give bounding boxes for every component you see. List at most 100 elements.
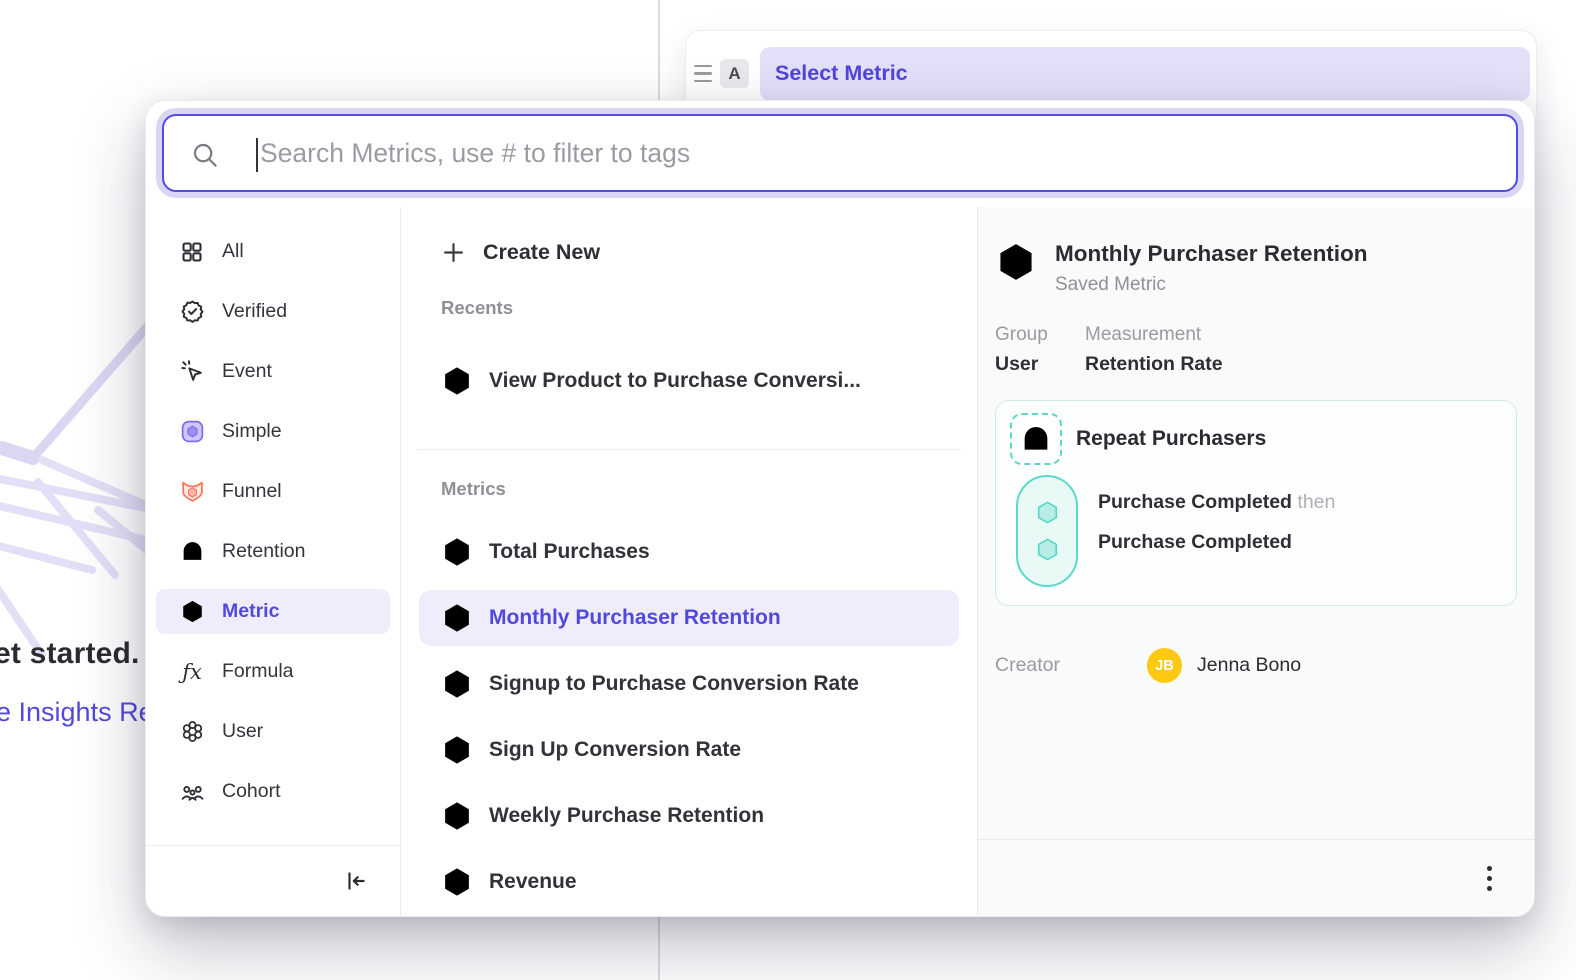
sidebar-item-label: Event <box>222 360 272 383</box>
plus-icon <box>441 240 466 265</box>
retention-metric-icon <box>441 602 473 634</box>
saved-metric-icon <box>995 241 1037 296</box>
step-1-event: Purchase Completed <box>1098 491 1292 513</box>
metric-item-label: Signup to Purchase Conversion Rate <box>489 672 859 696</box>
event-cursor-icon <box>179 359 205 385</box>
creator-label: Creator <box>995 654 1147 677</box>
cohort-definition-card: Repeat Purchasers Purchase Completed the… <box>995 400 1517 606</box>
cohort-definition-icon <box>1010 413 1062 465</box>
recent-metric-item[interactable]: View Product to Purchase Conversi... <box>419 353 959 409</box>
metric-picker-modal: All Verified Event <box>145 100 1535 917</box>
recents-section-label: Recents <box>401 297 977 319</box>
metrics-section-label: Metrics <box>401 478 977 500</box>
sidebar-item-all[interactable]: All <box>156 229 390 274</box>
metric-item-revenue[interactable]: Revenue <box>419 854 959 910</box>
section-divider <box>417 449 961 450</box>
detail-header: Monthly Purchaser Retention Saved Metric <box>995 241 1517 296</box>
creator-row: Creator JB Jenna Bono <box>995 648 1517 683</box>
funnel-metric-icon <box>441 734 473 766</box>
create-new-button[interactable]: Create New <box>401 229 977 275</box>
group-label: Group <box>995 324 1085 346</box>
sidebar-item-label: All <box>222 240 244 263</box>
metric-item-sign-up-conversion[interactable]: Sign Up Conversion Rate <box>419 722 959 778</box>
select-metric-button[interactable]: Select Metric <box>760 47 1530 101</box>
sidebar-item-formula[interactable]: ƒx Formula <box>156 649 390 694</box>
sidebar-item-funnel[interactable]: Funnel <box>156 469 390 514</box>
metric-hexagon-icon <box>179 599 205 625</box>
text-caret <box>256 138 258 172</box>
event-hexagon-icon <box>1034 499 1061 526</box>
step-2-event: Purchase Completed <box>1098 531 1292 553</box>
cohort-people-icon <box>179 779 205 805</box>
background-partial-heading: et started. <box>0 637 140 671</box>
funnel-icon <box>179 479 205 505</box>
creator-avatar: JB <box>1147 648 1182 683</box>
metric-detail-panel: Monthly Purchaser Retention Saved Metric… <box>978 207 1534 916</box>
metric-item-weekly-purchase-retention[interactable]: Weekly Purchase Retention <box>419 788 959 844</box>
sidebar-item-event[interactable]: Event <box>156 349 390 394</box>
search-area <box>146 101 1534 207</box>
sidebar-item-label: Retention <box>222 540 305 563</box>
group-value: User <box>995 353 1085 376</box>
metric-item-label: Monthly Purchaser Retention <box>489 606 781 630</box>
filter-sidebar: All Verified Event <box>146 207 401 916</box>
detail-subtitle: Saved Metric <box>1055 274 1368 296</box>
background-insights-report-link[interactable]: e Insights Re <box>0 697 154 728</box>
detail-meta: Group User Measurement Retention Rate <box>995 324 1517 376</box>
select-metric-label: Select Metric <box>775 61 908 86</box>
collapse-left-icon <box>343 868 369 894</box>
sidebar-item-metric[interactable]: Metric <box>156 589 390 634</box>
sidebar-item-label: Cohort <box>222 780 281 803</box>
detail-title: Monthly Purchaser Retention <box>1055 241 1368 267</box>
sidebar-item-label: Metric <box>222 600 279 623</box>
metric-item-label: View Product to Purchase Conversi... <box>489 369 861 393</box>
cohort-title: Repeat Purchasers <box>1076 427 1266 451</box>
measurement-value: Retention Rate <box>1085 353 1223 376</box>
detail-footer <box>978 839 1534 916</box>
grid-icon <box>179 239 205 265</box>
metric-item-label: Total Purchases <box>489 540 650 564</box>
funnel-metric-icon <box>441 668 473 700</box>
search-icon <box>190 140 220 170</box>
simple-metric-icon <box>179 419 205 445</box>
sidebar-item-label: Funnel <box>222 480 282 503</box>
retention-metric-icon <box>441 800 473 832</box>
creator-name: Jenna Bono <box>1197 654 1301 677</box>
kebab-menu-icon <box>1487 866 1492 891</box>
search-input[interactable] <box>164 116 1516 190</box>
retention-icon <box>179 539 205 565</box>
metric-item-label: Weekly Purchase Retention <box>489 804 764 828</box>
metric-hexagon-icon <box>441 536 473 568</box>
event-sequence-pill <box>1016 475 1078 587</box>
event-hexagon-icon <box>1034 536 1061 563</box>
sidebar-item-label: Formula <box>222 660 294 683</box>
create-new-label: Create New <box>483 240 600 265</box>
verified-badge-icon <box>179 299 205 325</box>
sidebar-item-retention[interactable]: Retention <box>156 529 390 574</box>
search-box <box>162 114 1518 192</box>
sidebar-item-label: User <box>222 720 263 743</box>
funnel-metric-icon <box>441 365 473 397</box>
metric-item-label: Revenue <box>489 870 577 894</box>
step-connector: then <box>1297 491 1335 513</box>
sidebar-footer <box>146 845 400 916</box>
measurement-label: Measurement <box>1085 324 1223 346</box>
more-options-button[interactable] <box>1483 862 1496 895</box>
user-cluster-icon <box>179 719 205 745</box>
metric-hexagon-icon <box>441 866 473 898</box>
collapse-sidebar-button[interactable] <box>339 864 373 898</box>
metric-item-total-purchases[interactable]: Total Purchases <box>419 524 959 580</box>
sidebar-item-label: Verified <box>222 300 287 323</box>
sidebar-item-cohort[interactable]: Cohort <box>156 769 390 814</box>
sidebar-item-verified[interactable]: Verified <box>156 289 390 334</box>
sidebar-item-label: Simple <box>222 420 282 443</box>
sidebar-item-simple[interactable]: Simple <box>156 409 390 454</box>
metric-item-label: Sign Up Conversion Rate <box>489 738 741 762</box>
metric-list-panel: Create New Recents View Product to Purch… <box>401 207 978 916</box>
metric-item-signup-to-purchase[interactable]: Signup to Purchase Conversion Rate <box>419 656 959 712</box>
formula-icon: ƒx <box>179 659 205 685</box>
row-letter-badge: A <box>720 59 749 88</box>
sidebar-item-user[interactable]: User <box>156 709 390 754</box>
metric-item-monthly-purchaser-retention[interactable]: Monthly Purchaser Retention <box>419 590 959 646</box>
drag-handle-icon[interactable] <box>694 65 712 83</box>
